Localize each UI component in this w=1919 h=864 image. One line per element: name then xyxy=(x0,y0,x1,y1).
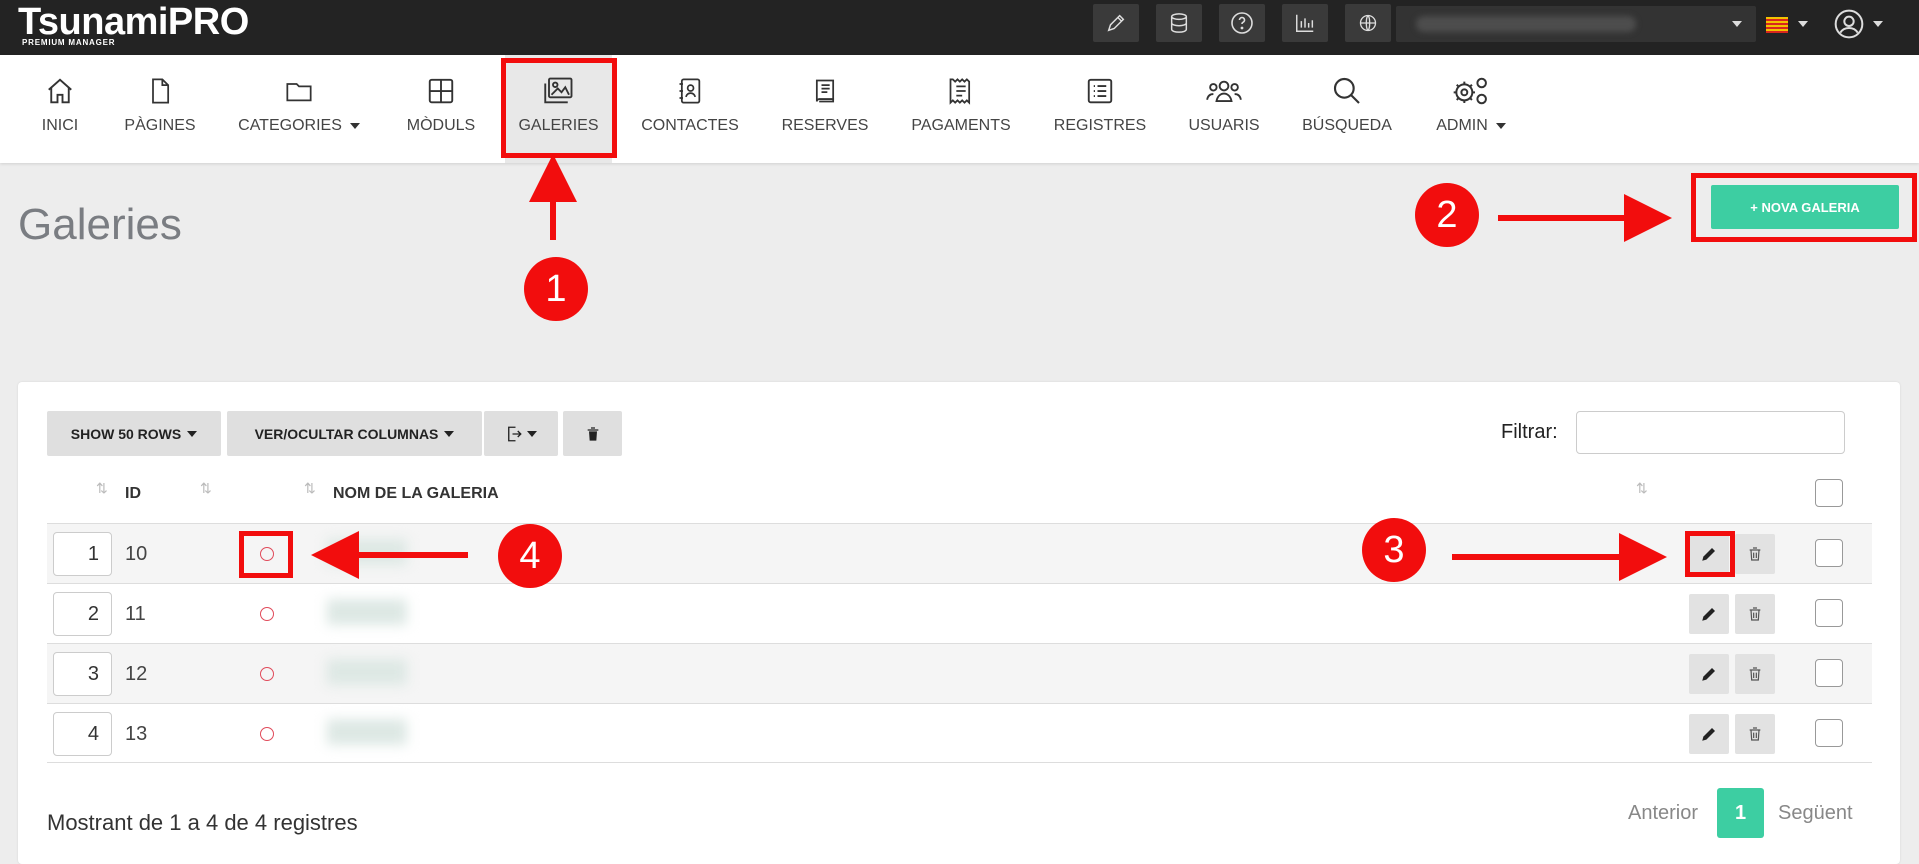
annotation-arrows xyxy=(311,154,1672,581)
annotation-badge-2: 2 xyxy=(1415,183,1479,247)
annotation-badge-4: 4 xyxy=(498,524,562,588)
annotation-badge-1: 1 xyxy=(524,257,588,321)
annotation-badge-3: 3 xyxy=(1362,518,1426,582)
